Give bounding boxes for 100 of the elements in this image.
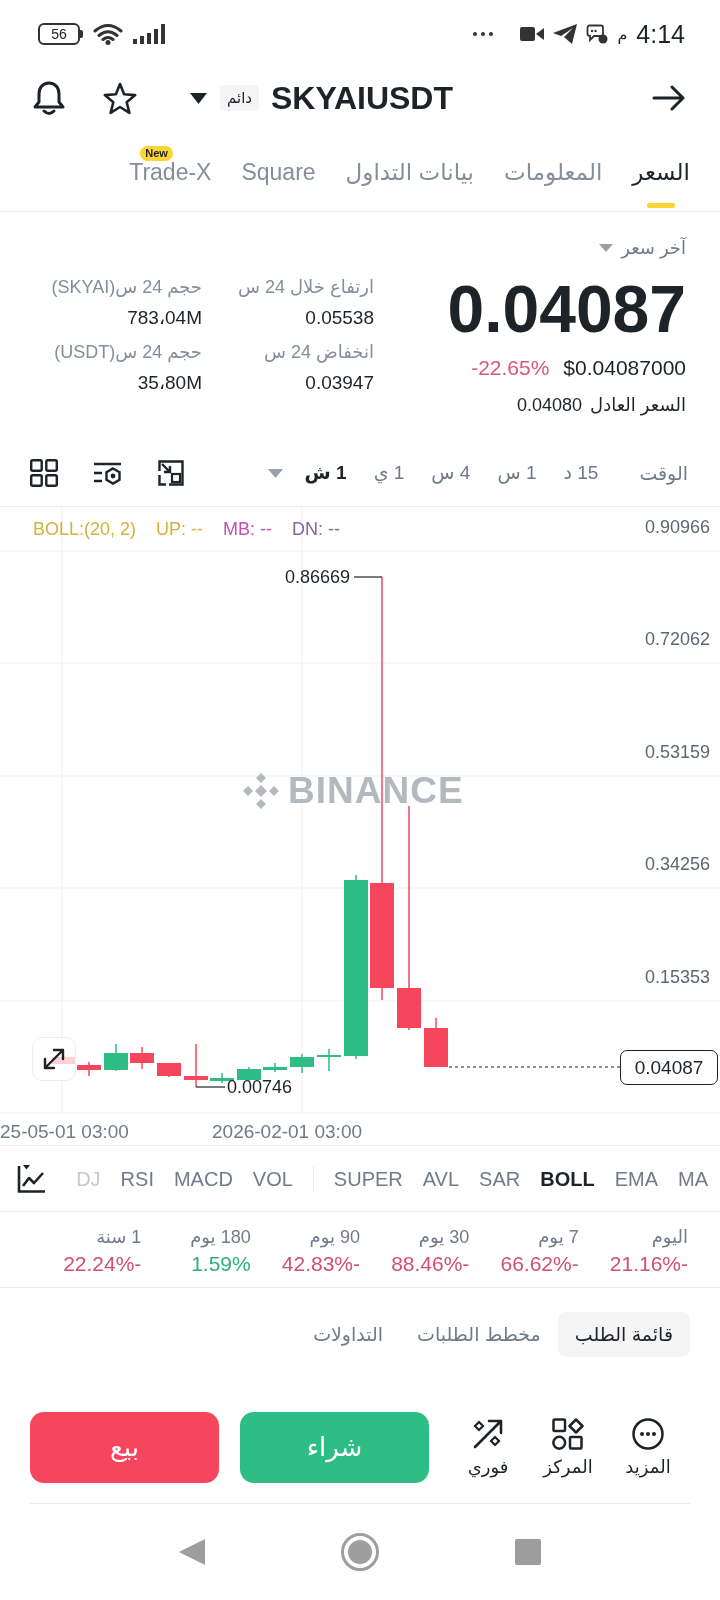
home-icon[interactable]	[341, 1533, 379, 1571]
price-axis-label: 0.34256	[644, 853, 710, 875]
clock-time: 4:14	[636, 19, 685, 49]
star-icon[interactable]	[102, 81, 138, 115]
arrow-right-icon[interactable]	[652, 85, 686, 111]
period-label: 1 سنة	[96, 1226, 142, 1248]
new-badge: New	[140, 146, 173, 161]
interval-tab[interactable]: 1 س	[497, 460, 537, 486]
back-icon[interactable]	[179, 1539, 205, 1565]
tab[interactable]: Square	[241, 128, 316, 211]
action-button[interactable]: المركز	[528, 1412, 608, 1478]
arrow-square-icon[interactable]	[158, 460, 184, 486]
action-button[interactable]: المزيد	[608, 1412, 688, 1478]
battery-indicator: 56	[38, 23, 83, 45]
grid-icon[interactable]	[30, 459, 58, 487]
candle	[424, 1017, 448, 1068]
indicator-tab[interactable]: RSI	[120, 1165, 154, 1192]
stat-label: حجم 24 س(USDT)	[54, 341, 202, 363]
candle	[104, 1043, 128, 1072]
price-change: -22.65%	[471, 356, 550, 380]
interval-tab[interactable]: 15 د	[563, 460, 599, 486]
bell-icon[interactable]	[32, 80, 66, 116]
interval-tab[interactable]: 1 ي	[373, 460, 405, 486]
line-chart-icon[interactable]	[16, 1163, 46, 1194]
indicator-tab[interactable]: BOLL	[540, 1165, 595, 1192]
video-camera-icon	[520, 26, 545, 42]
shapes-icon	[552, 1418, 584, 1450]
stat-label: انخفاض 24 س	[264, 341, 374, 363]
wifi-icon	[93, 23, 123, 45]
dots-icon	[473, 32, 494, 36]
time-axis-label: 2026-02-01 03:00	[212, 1120, 362, 1144]
candle	[317, 1048, 341, 1072]
stat-label: ارتفاع خلال 24 س	[238, 276, 374, 298]
low-price-label: 0.00746	[227, 1076, 293, 1098]
candle	[237, 1066, 261, 1082]
low-leader-line	[195, 1086, 226, 1088]
diamond-logo-icon	[242, 772, 280, 810]
price-axis-label: 0.53159	[644, 741, 710, 763]
legend-item: BOLL:(20, 2)	[33, 518, 137, 540]
legend-item: MB: --	[223, 518, 273, 540]
stat-value: 783،04M	[127, 306, 202, 330]
caret-down-icon[interactable]	[190, 92, 207, 104]
action-button[interactable]: فوري	[448, 1412, 528, 1478]
price-axis-label: 0.90966	[644, 516, 710, 538]
indicator-tab[interactable]: MACD	[173, 1165, 233, 1192]
period-change: 1.59%	[191, 1252, 251, 1276]
interval-tab[interactable]: 4 س	[431, 460, 471, 486]
last-price: 0.04087	[447, 276, 686, 342]
order-tab[interactable]: مخطط الطلبات	[400, 1312, 558, 1357]
period-change: 22.24%-	[63, 1252, 142, 1276]
indicator-tab[interactable]: VOL	[252, 1165, 293, 1192]
more-icon	[632, 1418, 664, 1450]
fair-price-label: السعر العادل	[590, 394, 686, 416]
period-change: 88.46%-	[391, 1252, 470, 1276]
indicator-tab[interactable]: SAR	[479, 1165, 521, 1192]
indicator-tab[interactable]: AVL	[422, 1165, 460, 1192]
last-price-label: آخر سعر	[621, 237, 686, 259]
candle	[157, 1062, 181, 1078]
period-label: 180 يوم	[190, 1226, 251, 1248]
stat-label: حجم 24 س(SKYAI)	[51, 276, 202, 298]
period-label: اليوم	[651, 1226, 688, 1248]
interval-tab[interactable]: 1 ش	[304, 460, 347, 486]
sell-button[interactable]: بيع	[30, 1412, 219, 1483]
time-period: م	[617, 24, 628, 44]
period-label: 90 يوم	[309, 1226, 360, 1248]
period-change: 21.16%-	[609, 1252, 688, 1276]
tab[interactable]: السعر	[632, 128, 690, 211]
stat-value: 0.05538	[305, 306, 374, 330]
price-axis-label: 0.15353	[644, 966, 710, 988]
high-price-label: 0.86669	[284, 566, 350, 588]
indicator-tab[interactable]: EMA	[614, 1165, 658, 1192]
tab[interactable]: بيانات التداول	[345, 128, 474, 211]
period-label: 7 يوم	[538, 1226, 579, 1248]
percent-arrow-icon	[472, 1418, 504, 1450]
candle	[184, 1043, 208, 1088]
candle	[263, 1062, 287, 1073]
order-tab[interactable]: قائمة الطلب	[557, 1312, 690, 1357]
period-change: 66.62%-	[500, 1252, 579, 1276]
stat-value: 35،80M	[137, 371, 202, 395]
candle	[290, 1053, 314, 1074]
tab[interactable]: المعلومات	[504, 128, 603, 211]
fair-price-value: 0.04080	[517, 394, 583, 416]
settings-icon[interactable]	[93, 461, 123, 485]
paper-plane-icon	[553, 24, 578, 44]
type-badge: دائم	[220, 85, 259, 111]
expand-button[interactable]	[32, 1037, 76, 1081]
expand-icon	[42, 1047, 66, 1071]
price-axis-label: 0.72062	[644, 628, 710, 650]
buy-button[interactable]: شراء	[240, 1412, 429, 1483]
period-label: 30 يوم	[418, 1226, 470, 1248]
legend-item: UP: --	[156, 518, 204, 540]
last-price-tag: 0.04087	[620, 1050, 718, 1085]
pair-title[interactable]: SKYAIUSDT	[271, 79, 453, 117]
order-tab[interactable]: التداولات	[296, 1312, 401, 1357]
high-leader-line	[353, 576, 383, 578]
time-axis-label: 25-05-01 03:00	[0, 1120, 129, 1144]
indicator-tab[interactable]: SUPER	[333, 1165, 403, 1192]
period-change: 42.83%-	[281, 1252, 360, 1276]
usd-price: $0.04087000	[563, 356, 686, 380]
indicator-tab[interactable]: MA	[678, 1165, 708, 1192]
